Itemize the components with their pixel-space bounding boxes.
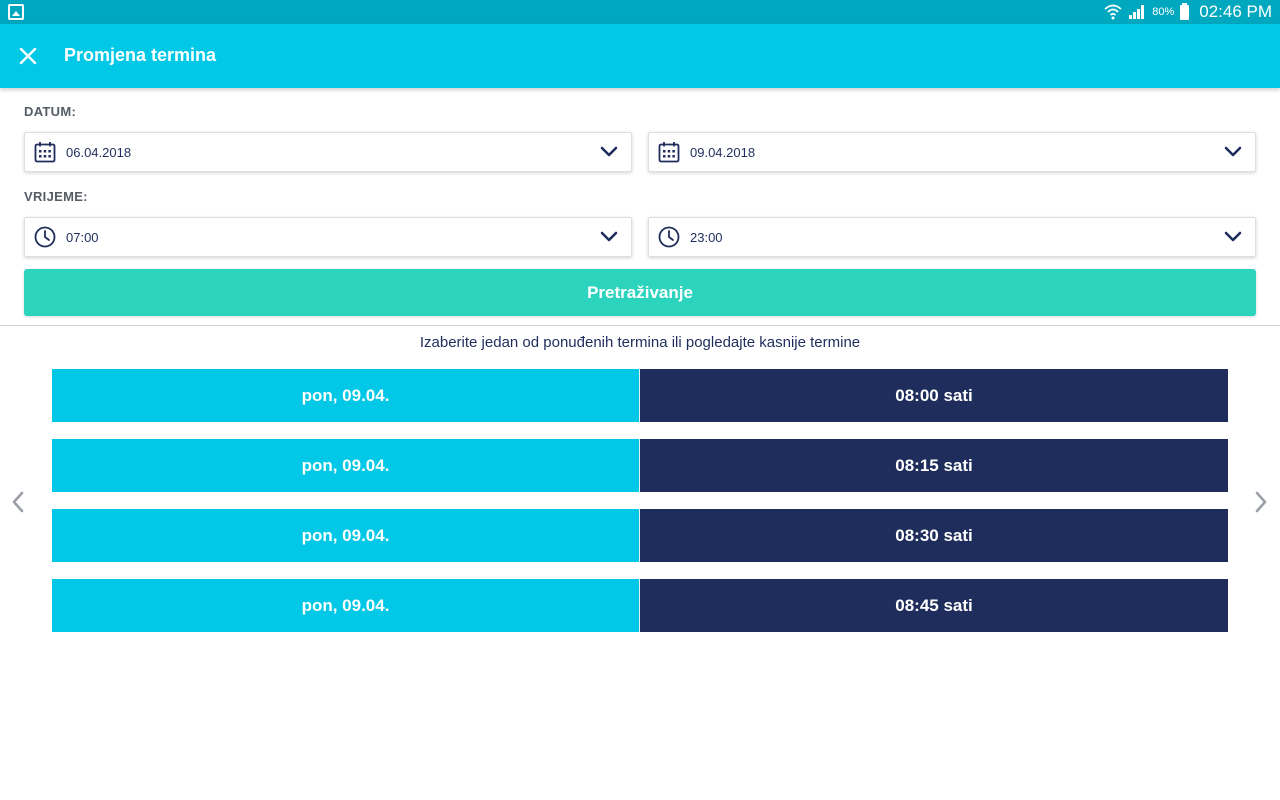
chevron-down-icon xyxy=(1221,225,1245,249)
battery-percent: 80% xyxy=(1152,6,1175,18)
date-from-select[interactable]: 06.04.2018 xyxy=(24,132,632,172)
results-hint: Izaberite jedan od ponuđenih termina ili… xyxy=(419,334,861,351)
status-time: 02:46 PM xyxy=(1199,2,1272,21)
slot-time: 08:00 sati xyxy=(640,369,1228,422)
slot-day: pon, 09.04. xyxy=(52,579,640,632)
search-button[interactable]: Pretraživanje xyxy=(24,269,1256,316)
wifi-icon xyxy=(1104,4,1122,20)
time-slot[interactable]: pon, 09.04. 08:00 sati xyxy=(52,369,1228,422)
slot-time: 08:15 sati xyxy=(640,439,1228,492)
date-label: DATUM: xyxy=(24,104,77,119)
app-bar: Promjena termina xyxy=(0,24,1280,88)
page-title: Promjena termina xyxy=(64,45,217,65)
gallery-icon xyxy=(8,4,24,20)
date-to-select[interactable]: 09.04.2018 xyxy=(648,132,1256,172)
slot-time: 08:30 sati xyxy=(640,509,1228,562)
slot-day: pon, 09.04. xyxy=(52,369,640,422)
chevron-down-icon xyxy=(1221,140,1245,164)
battery-icon xyxy=(1180,2,1190,20)
time-from-value: 07:00 xyxy=(66,229,99,245)
slot-day: pon, 09.04. xyxy=(52,439,640,492)
time-slot[interactable]: pon, 09.04. 08:30 sati xyxy=(52,509,1228,562)
time-label: VRIJEME: xyxy=(24,189,88,204)
divider xyxy=(0,325,1280,326)
status-icons: 80% 02:46 PM xyxy=(1104,0,1272,24)
clock-icon xyxy=(34,226,56,248)
previous-page-arrow-icon[interactable] xyxy=(6,488,30,516)
next-page-arrow-icon[interactable] xyxy=(1249,488,1273,516)
signal-icon xyxy=(1129,5,1145,19)
slot-day: pon, 09.04. xyxy=(52,509,640,562)
time-to-value: 23:00 xyxy=(690,229,723,245)
calendar-icon xyxy=(658,141,680,163)
time-to-select[interactable]: 23:00 xyxy=(648,217,1256,257)
time-slot[interactable]: pon, 09.04. 08:15 sati xyxy=(52,439,1228,492)
calendar-icon xyxy=(34,141,56,163)
close-icon[interactable] xyxy=(14,42,42,70)
chevron-down-icon xyxy=(597,140,621,164)
clock-icon xyxy=(658,226,680,248)
date-to-value: 09.04.2018 xyxy=(690,144,756,160)
time-from-select[interactable]: 07:00 xyxy=(24,217,632,257)
chevron-down-icon xyxy=(597,225,621,249)
time-slot[interactable]: pon, 09.04. 08:45 sati xyxy=(52,579,1228,632)
date-from-value: 06.04.2018 xyxy=(66,144,132,160)
slot-time: 08:45 sati xyxy=(640,579,1228,632)
status-bar: 80% 02:46 PM xyxy=(0,0,1280,24)
